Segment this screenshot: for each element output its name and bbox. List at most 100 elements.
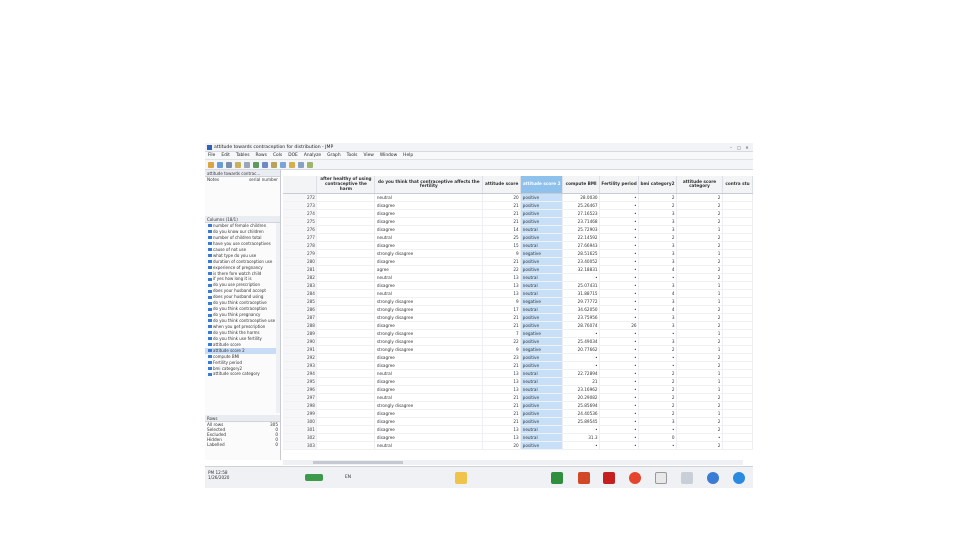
table-cell[interactable]: 0 [638,433,678,442]
table-cell[interactable]: neutral [374,289,484,298]
folder-icon[interactable] [455,472,467,484]
table-cell[interactable]: 4 [638,305,678,314]
table-cell[interactable] [316,361,376,370]
table-cell[interactable]: disagree [374,217,484,226]
table-row[interactable]: 299 disagree 21 positive 24.40536 • 2 1 [283,409,753,418]
row-number[interactable]: 298 [283,401,318,410]
table-cell[interactable]: 21 [482,217,522,226]
table-cell[interactable]: • [599,353,640,362]
table-cell[interactable]: 9 [482,249,522,258]
table-cell[interactable]: 21 [482,313,522,322]
table-row[interactable]: 288 disagree 21 positive 28.76074 26 3 2 [283,321,753,330]
table-cell[interactable]: 3 [638,257,678,266]
table-cell[interactable]: 21 [482,209,522,218]
table-cell[interactable]: 2 [638,345,678,354]
table-cell[interactable]: 2 [676,401,723,410]
table-cell[interactable]: strongly disagree [374,329,484,338]
table-cell[interactable]: 13 [482,425,522,434]
table-cell[interactable]: • [599,313,640,322]
new-table-icon[interactable] [208,161,214,168]
table-cell[interactable]: 25.26467 [562,201,601,210]
table-cell[interactable]: 4 [638,289,678,298]
table-cell[interactable]: neutral [520,289,564,298]
table-cell[interactable]: • [599,273,640,282]
table-cell[interactable] [316,257,376,266]
table-cell[interactable]: 21 [482,417,522,426]
table-cell[interactable]: • [599,225,640,234]
table-cell[interactable] [722,401,753,410]
table-cell[interactable] [722,385,753,394]
table-cell[interactable]: 2 [676,417,723,426]
table-cell[interactable]: neutral [374,441,484,450]
table-cell[interactable]: 2 [676,273,723,282]
table-cell[interactable]: • [599,249,640,258]
table-cell[interactable]: disagree [374,225,484,234]
table-row[interactable]: 275 disagree 21 positive 23.71468 • 3 2 [283,217,753,226]
row-number[interactable]: 284 [283,289,318,298]
table-cell[interactable]: 2 [676,337,723,346]
table-cell[interactable]: 25.85694 [562,401,601,410]
table-cell[interactable]: neutral [520,369,564,378]
table-row[interactable]: 292 disagree 23 positive • • • 2 [283,353,753,362]
table-cell[interactable]: disagree [374,377,484,386]
menu-doe[interactable]: DOE [288,153,298,158]
table-cell[interactable] [722,305,753,314]
row-number[interactable]: 281 [283,265,318,274]
copy-icon[interactable] [262,161,268,168]
table-cell[interactable]: 2 [676,393,723,402]
row-number[interactable]: 297 [283,393,318,402]
table-cell[interactable]: 13 [482,289,522,298]
table-row[interactable]: 277 neutral 25 positive 22.14592 • 2 2 [283,233,753,242]
table-cell[interactable]: 21 [482,361,522,370]
table-cell[interactable] [722,225,753,234]
table-cell[interactable]: 32.18831 [562,265,601,274]
table-cell[interactable]: • [599,209,640,218]
close-icon[interactable]: ✕ [744,145,750,150]
menu-view[interactable]: View [363,153,373,158]
table-cell[interactable]: • [599,425,640,434]
table-cell[interactable] [316,337,376,346]
table-cell[interactable] [722,377,753,386]
table-cell[interactable] [316,425,376,434]
table-cell[interactable]: 2 [676,201,723,210]
row-number[interactable]: 273 [283,201,318,210]
table-cell[interactable] [316,217,376,226]
table-cell[interactable] [316,417,376,426]
table-row[interactable]: 282 neutral 13 neutral • • • 2 [283,273,753,282]
table-cell[interactable]: 20.77662 [562,345,601,354]
column-header[interactable]: contra stu [722,176,753,194]
table-cell[interactable] [722,217,753,226]
table-cell[interactable]: • [599,393,640,402]
table-cell[interactable]: 21 [482,321,522,330]
row-number[interactable]: 286 [283,305,318,314]
table-cell[interactable]: 1 [676,281,723,290]
row-number[interactable]: 283 [283,281,318,290]
table-cell[interactable]: • [599,265,640,274]
table-cell[interactable]: positive [520,409,564,418]
table-cell[interactable]: strongly disagree [374,313,484,322]
table-cell[interactable] [722,297,753,306]
table-cell[interactable]: • [599,337,640,346]
table-cell[interactable]: • [638,273,678,282]
table-cell[interactable]: 17 [482,305,522,314]
table-cell[interactable]: 28.76074 [562,321,601,330]
table-cell[interactable]: 21 [482,401,522,410]
maximize-icon[interactable]: □ [736,145,742,150]
table-cell[interactable]: neutral [520,281,564,290]
table-cell[interactable]: strongly disagree [374,305,484,314]
table-cell[interactable]: positive [520,353,564,362]
table-cell[interactable]: • [599,281,640,290]
column-header[interactable]: do you think that contraceptive affects … [374,176,484,194]
taskbar-clock[interactable]: PM 12:58 1/26/2020 [208,470,229,480]
table-cell[interactable]: 31.3 [562,433,601,442]
table-cell[interactable]: 25.89545 [562,417,601,426]
table-row[interactable]: 290 strongly disagree 22 positive 25.49034 • 3… [283,337,753,346]
row-number[interactable]: 282 [283,273,318,282]
table-row[interactable]: 278 disagree 15 neutral 27.66943 • 3 2 [283,241,753,250]
table-cell[interactable]: 2 [676,265,723,274]
row-number[interactable]: 291 [283,345,318,354]
table-cell[interactable]: positive [520,313,564,322]
table-cell[interactable]: 2 [676,321,723,330]
table-cell[interactable]: 21 [482,257,522,266]
table-cell[interactable] [722,281,753,290]
